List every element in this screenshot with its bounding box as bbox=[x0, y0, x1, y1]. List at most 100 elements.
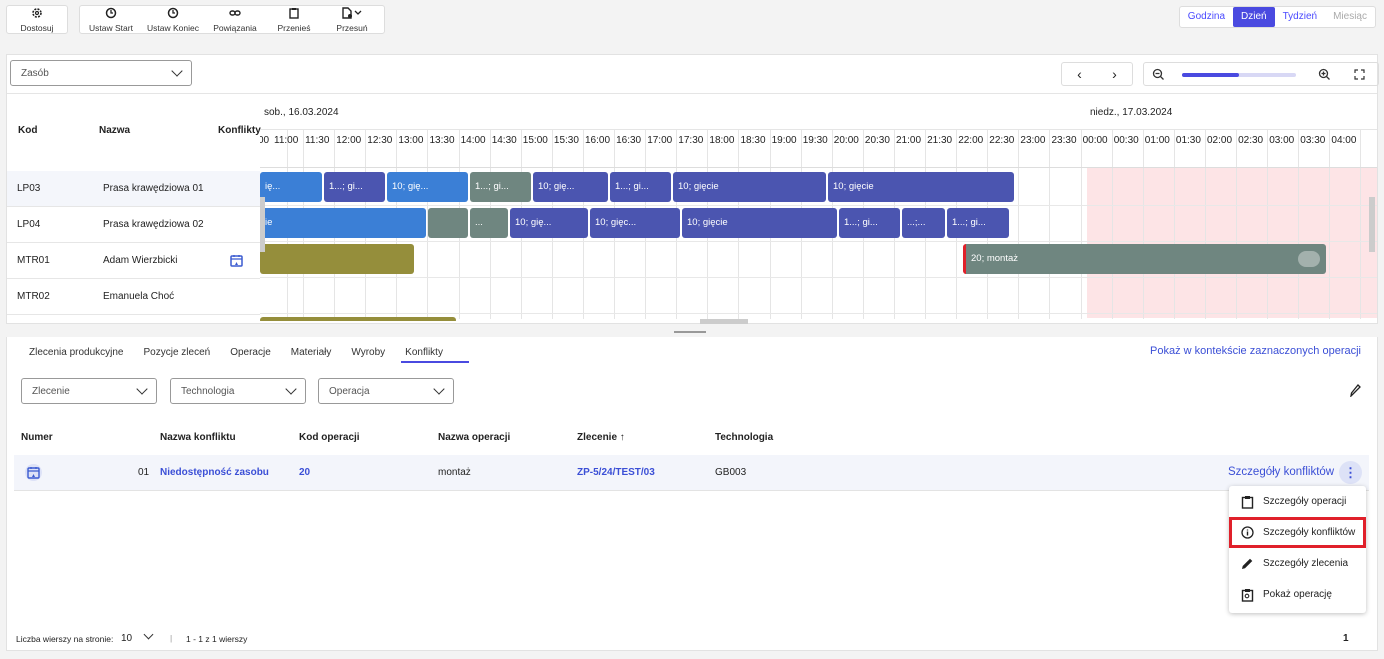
grid-line bbox=[1080, 129, 1082, 319]
resource-row[interactable]: MTR02 Emanuela Choć bbox=[7, 279, 260, 315]
customize-button[interactable]: Dostosuj bbox=[7, 6, 67, 33]
time-label: 03:00 bbox=[1269, 135, 1295, 146]
header-number[interactable]: Numer bbox=[21, 432, 53, 443]
menu-show-operation[interactable]: Pokaż operację bbox=[1229, 579, 1366, 610]
resize-handle[interactable] bbox=[674, 331, 706, 333]
operation-bar[interactable]: 1...; gi... bbox=[324, 172, 385, 202]
header-technology[interactable]: Technologia bbox=[715, 432, 773, 443]
menu-operation-details[interactable]: Szczegóły operacji bbox=[1229, 486, 1366, 517]
header-op-name[interactable]: Nazwa operacji bbox=[438, 432, 510, 443]
view-day-button[interactable]: Dzień bbox=[1233, 7, 1275, 27]
tab-order-items[interactable]: Pozycje zleceń bbox=[144, 347, 211, 358]
divider bbox=[260, 241, 1377, 242]
move-button[interactable]: Przenieś bbox=[266, 6, 322, 33]
pencil-icon bbox=[1242, 558, 1253, 569]
cell-op-code[interactable]: 20 bbox=[299, 467, 310, 478]
shift-button[interactable]: Przesuń bbox=[322, 6, 382, 33]
cell-op-name: montaż bbox=[438, 467, 471, 478]
move-label: Przenieś bbox=[277, 22, 311, 33]
operation-bar[interactable]: 10; gięcie bbox=[673, 172, 826, 202]
operation-bar[interactable]: ie bbox=[260, 208, 426, 238]
operation-bar[interactable] bbox=[428, 208, 468, 238]
operation-bar[interactable]: 10; gięc... bbox=[590, 208, 680, 238]
header-order[interactable]: Zlecenie ↑ bbox=[577, 432, 625, 443]
resource-code: MTR01 bbox=[17, 255, 50, 266]
set-start-button[interactable]: Ustaw Start bbox=[80, 6, 142, 33]
next-button[interactable]: › bbox=[1097, 63, 1132, 85]
gantt-panel: Zasób ‹ › Kod Nazwa Konflikty sob., 16.0… bbox=[6, 54, 1379, 324]
cell-conflict-name[interactable]: Niedostępność zasobu bbox=[160, 467, 269, 478]
operation-bar[interactable]: 1...; gi... bbox=[947, 208, 1009, 238]
conflict-details-link[interactable]: Szczegóły konfliktów bbox=[1228, 466, 1334, 478]
prev-button[interactable]: ‹ bbox=[1062, 63, 1097, 85]
operation-bar[interactable]: ...;... bbox=[902, 208, 945, 238]
cell-order[interactable]: ZP-5/24/TEST/03 bbox=[577, 467, 655, 478]
grid-line bbox=[1049, 129, 1051, 319]
operation-bar[interactable]: 1...; gi... bbox=[610, 172, 671, 202]
technology-filter[interactable]: Technologia bbox=[170, 378, 306, 404]
time-label: 19:00 bbox=[771, 135, 797, 146]
edit-icon[interactable] bbox=[1349, 383, 1361, 397]
operation-bar[interactable]: 1...; gi... bbox=[839, 208, 900, 238]
resource-name: Adam Wierzbicki bbox=[103, 255, 178, 266]
tab-products[interactable]: Wyroby bbox=[351, 347, 385, 358]
view-hour-button[interactable]: Godzina bbox=[1180, 7, 1233, 27]
time-label: 01:00 bbox=[1144, 135, 1170, 146]
scrollbar-thumb[interactable] bbox=[260, 197, 265, 252]
rows-per-page-label: Liczba wierszy na stronie: bbox=[16, 634, 114, 644]
time-label: 22:30 bbox=[989, 135, 1015, 146]
resource-row[interactable]: MTR01 Adam Wierzbicki bbox=[7, 243, 260, 279]
operation-bar[interactable]: 10; gię... bbox=[510, 208, 588, 238]
fullscreen-icon[interactable] bbox=[1354, 69, 1365, 80]
menu-conflict-details[interactable]: Szczegóły konfliktów bbox=[1229, 517, 1366, 548]
time-label: 11:00 bbox=[274, 135, 299, 146]
zoom-out-icon[interactable] bbox=[1152, 68, 1165, 81]
view-week-button[interactable]: Tydzień bbox=[1275, 7, 1325, 27]
header-conflict-name[interactable]: Nazwa konfliktu bbox=[160, 432, 236, 443]
operation-filter[interactable]: Operacja bbox=[318, 378, 454, 404]
operation-bar[interactable]: 1...; gi... bbox=[470, 172, 531, 202]
operation-bar[interactable]: 10; gię... bbox=[387, 172, 468, 202]
operation-bar[interactable]: ię... bbox=[260, 172, 322, 202]
operation-bar[interactable] bbox=[260, 317, 456, 321]
page-number[interactable]: 1 bbox=[1343, 633, 1349, 644]
set-end-button[interactable]: Ustaw Koniec bbox=[142, 6, 204, 33]
header-op-code[interactable]: Kod operacji bbox=[299, 432, 360, 443]
time-label: 16:30 bbox=[616, 135, 642, 146]
resource-row[interactable]: LP03 Prasa krawędziowa 01 bbox=[7, 171, 260, 207]
operation-bar[interactable]: 10; gięcie bbox=[682, 208, 837, 238]
clipboard-icon bbox=[1241, 495, 1254, 509]
links-button[interactable]: Powiązania bbox=[204, 6, 266, 33]
time-label: 14:00 bbox=[460, 135, 486, 146]
operation-bar[interactable]: 10; gię... bbox=[533, 172, 608, 202]
context-link[interactable]: Pokaż w kontekście zaznaczonych operacji bbox=[1150, 345, 1361, 357]
menu-order-details[interactable]: Szczegóły zlecenia bbox=[1229, 548, 1366, 579]
gantt-timeline[interactable]: sob., 16.03.2024 niedz., 17.03.2024 00 11… bbox=[260, 93, 1377, 321]
zoom-slider[interactable] bbox=[1182, 73, 1296, 77]
calendar-conflict-icon[interactable] bbox=[230, 254, 243, 267]
operation-bar[interactable]: 10; gięcie bbox=[828, 172, 1014, 202]
view-month-button[interactable]: Miesiąc bbox=[1325, 7, 1375, 27]
order-filter[interactable]: Zlecenie bbox=[21, 378, 157, 404]
separator: | bbox=[170, 633, 173, 643]
scrollbar-thumb[interactable] bbox=[700, 319, 748, 324]
resource-select[interactable]: Zasób bbox=[10, 60, 192, 86]
tab-operations[interactable]: Operacje bbox=[230, 347, 271, 358]
more-vert-icon[interactable]: ⋮ bbox=[1339, 461, 1362, 484]
rows-per-page-select[interactable]: 10 bbox=[121, 633, 132, 644]
zoom-slider-fill bbox=[1182, 73, 1239, 77]
tab-conflicts[interactable]: Konflikty bbox=[405, 347, 443, 358]
zoom-controls bbox=[1143, 62, 1379, 86]
time-label: 19:30 bbox=[802, 135, 828, 146]
zoom-in-icon[interactable] bbox=[1318, 68, 1331, 81]
time-label: 04:00 bbox=[1331, 135, 1357, 146]
operation-bar[interactable] bbox=[260, 244, 414, 274]
resource-row[interactable]: LP04 Prasa krawędziowa 02 bbox=[7, 207, 260, 243]
operation-bar[interactable]: ... bbox=[470, 208, 508, 238]
divider bbox=[260, 167, 1377, 168]
pagination-range: 1 - 1 z 1 wierszy bbox=[186, 634, 248, 644]
conflict-operation-bar[interactable]: 20; montaż bbox=[963, 244, 1326, 274]
tab-materials[interactable]: Materiały bbox=[291, 347, 332, 358]
tab-orders[interactable]: Zlecenia produkcyjne bbox=[29, 347, 124, 358]
scrollbar-thumb[interactable] bbox=[1369, 197, 1375, 252]
